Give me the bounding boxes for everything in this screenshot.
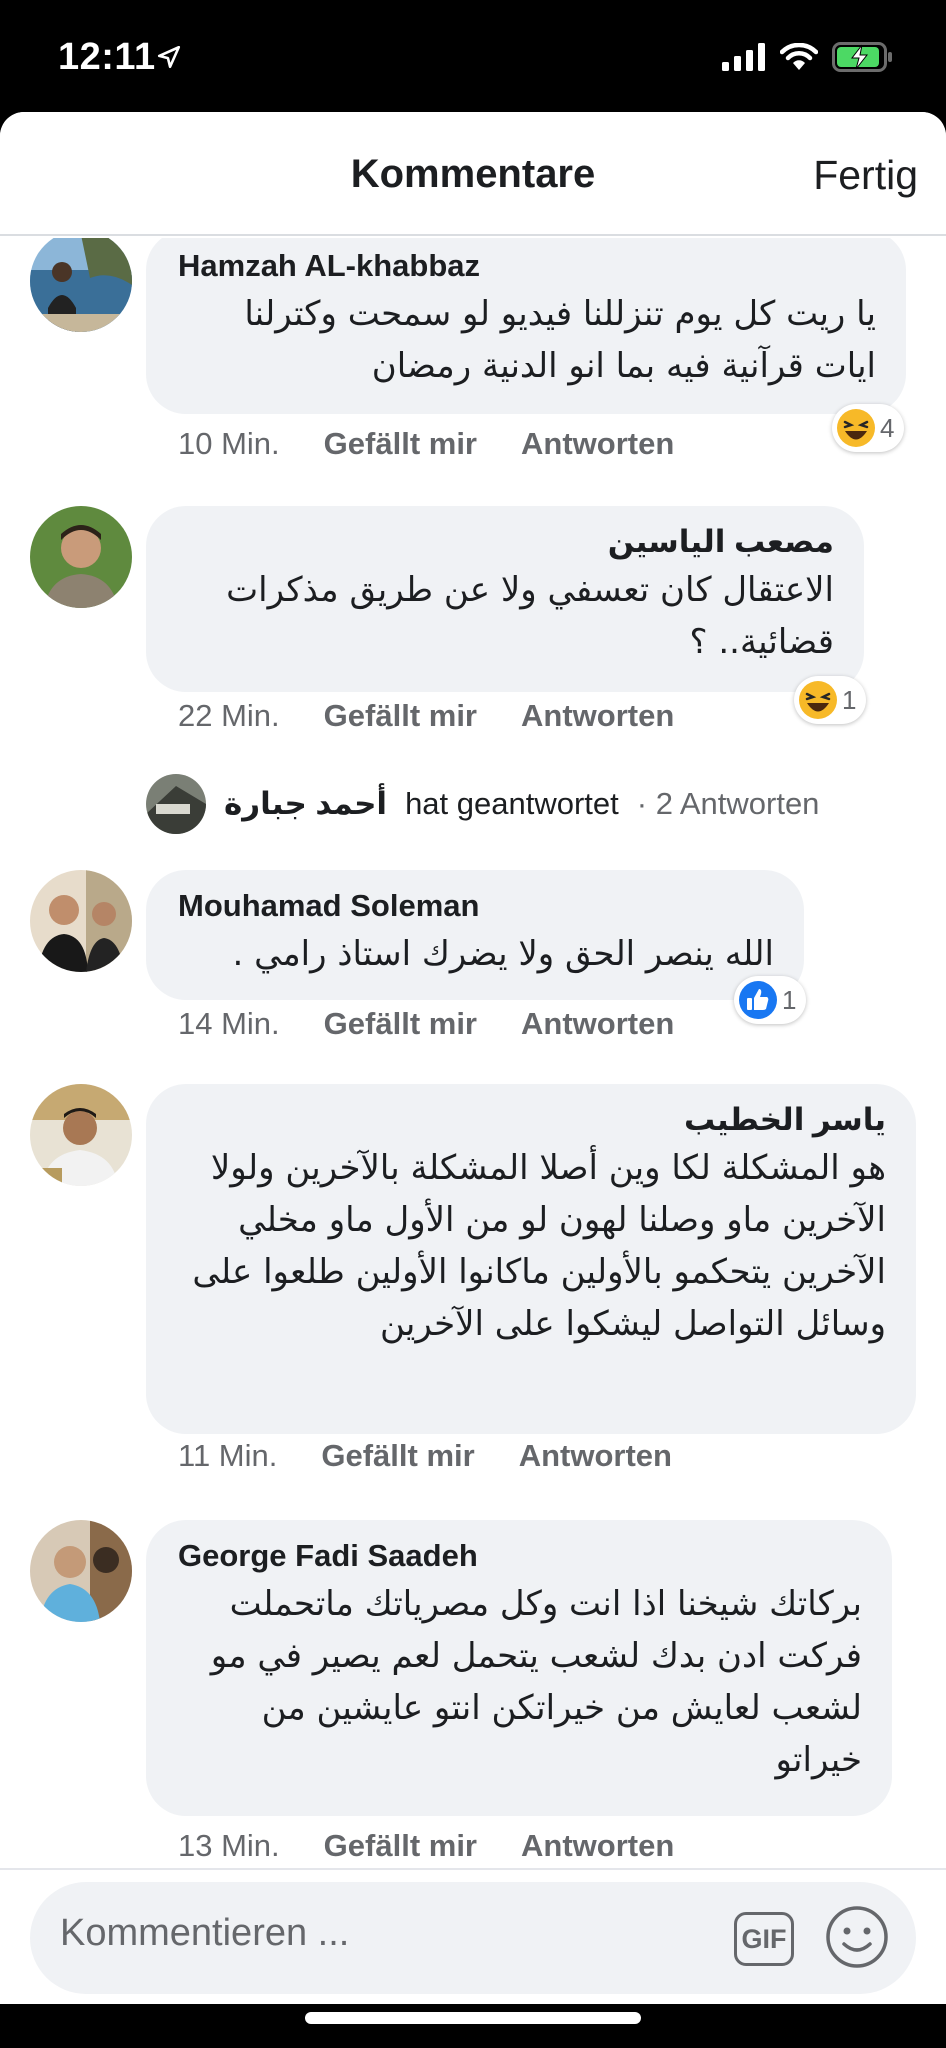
comment-text: الاعتقال كان تعسفي ولا عن طريق مذكرات قض… (226, 570, 834, 662)
comment-text: يا ريت كل يوم تنزللنا فيديو لو سمحت وكتر… (244, 294, 876, 386)
comment-time: 22 Min. (178, 698, 280, 733)
cellular-signal-icon (722, 43, 765, 71)
like-reaction-icon (739, 981, 777, 1019)
reaction-badge[interactable]: 4 (832, 404, 905, 452)
avatar[interactable] (30, 870, 132, 972)
reaction-count: 1 (842, 684, 857, 715)
comment-meta: 10 Min. Gefällt mir Antworten (178, 426, 674, 462)
emoji-icon[interactable] (824, 1904, 890, 1970)
sheet-header: Kommentare Fertig (0, 112, 946, 236)
comment-meta: 22 Min. Gefällt mir Antworten (178, 698, 674, 734)
comment-author[interactable]: ياسر الخطيب (182, 1102, 886, 1138)
comment-author[interactable]: Hamzah AL-khabbaz (178, 248, 876, 284)
comment-time: 13 Min. (178, 1828, 280, 1863)
gif-button[interactable]: GIF (734, 1912, 794, 1966)
comment-time: 11 Min. (178, 1438, 278, 1473)
comment-meta: 13 Min. Gefällt mir Antworten (178, 1828, 674, 1864)
comment-meta: 14 Min. Gefällt mir Antworten (178, 1006, 674, 1042)
comment-text: الله ينصر الحق ولا يضرك استاذ رامي . (232, 934, 774, 974)
like-button[interactable]: Gefällt mir (321, 1438, 474, 1474)
like-button[interactable]: Gefällt mir (324, 1828, 477, 1864)
home-indicator[interactable] (305, 2012, 641, 2024)
status-time: 12:11 (58, 36, 156, 78)
avatar[interactable] (30, 238, 132, 332)
avatar[interactable] (30, 506, 132, 608)
reaction-count: 4 (880, 412, 895, 443)
page-title: Kommentare (350, 152, 596, 196)
comment-text: هو المشكلة لكا وين أصلا المشكلة بالآخرين… (192, 1148, 886, 1344)
battery-charging-icon (832, 42, 892, 72)
location-arrow-icon (157, 45, 181, 69)
comment-bubble[interactable]: George Fadi Saadeh بركاتك شيخنا اذا انت … (146, 1520, 892, 1816)
reaction-count: 1 (782, 984, 797, 1015)
reaction-badge[interactable]: 1 (734, 976, 807, 1024)
status-bar: 12:11 (0, 0, 946, 112)
comments-list[interactable]: Hamzah AL-khabbaz يا ريت كل يوم تنزللنا … (0, 238, 946, 1864)
like-button[interactable]: Gefällt mir (324, 1006, 477, 1042)
comment-bubble[interactable]: Hamzah AL-khabbaz يا ريت كل يوم تنزللنا … (146, 238, 906, 414)
like-button[interactable]: Gefällt mir (324, 426, 477, 462)
avatar[interactable] (30, 1084, 132, 1186)
reaction-badge[interactable]: 1 (794, 676, 867, 724)
like-button[interactable]: Gefällt mir (324, 698, 477, 734)
comment-bubble[interactable]: ياسر الخطيب هو المشكلة لكا وين أصلا المش… (146, 1084, 916, 1434)
done-button[interactable]: Fertig (813, 152, 918, 199)
replied-text: hat geantwortet (405, 786, 619, 821)
status-icons (722, 42, 894, 72)
comment-bubble[interactable]: Mouhamad Soleman الله ينصر الحق ولا يضرك… (146, 870, 804, 1000)
reply-button[interactable]: Antworten (521, 1828, 674, 1864)
avatar[interactable] (30, 1520, 132, 1622)
reply-button[interactable]: Antworten (521, 698, 674, 734)
comment-time: 10 Min. (178, 426, 280, 461)
composer-bar: Kommentieren ... GIF (0, 1868, 946, 2004)
wifi-icon (780, 43, 818, 70)
reply-button[interactable]: Antworten (521, 1006, 674, 1042)
comment-input[interactable]: Kommentieren ... GIF (30, 1882, 916, 1994)
comment-meta: 11 Min. Gefällt mir Antworten (178, 1438, 672, 1474)
haha-reaction-icon (799, 681, 837, 719)
reply-button[interactable]: Antworten (519, 1438, 672, 1474)
comment-author[interactable]: George Fadi Saadeh (178, 1538, 862, 1574)
comment-bubble[interactable]: مصعب الياسين الاعتقال كان تعسفي ولا عن ط… (146, 506, 864, 692)
comment-author[interactable]: Mouhamad Soleman (178, 888, 774, 924)
reply-button[interactable]: Antworten (521, 426, 674, 462)
avatar (146, 774, 206, 834)
comment-time: 14 Min. (178, 1006, 280, 1041)
comment-author[interactable]: مصعب الياسين (178, 524, 834, 560)
haha-reaction-icon (837, 409, 875, 447)
reply-author: أحمد جبارة (224, 786, 388, 821)
view-replies-link[interactable]: أحمد جبارة hat geantwortet · 2 Antworten (146, 772, 946, 836)
reply-count: · 2 Antworten (636, 786, 820, 821)
comments-sheet: Kommentare Fertig Hamzah AL-khabbaz يا ر… (0, 112, 946, 2004)
comment-input-placeholder[interactable]: Kommentieren ... (60, 1912, 349, 1955)
home-area (0, 2004, 946, 2048)
comment-text: بركاتك شيخنا اذا انت وكل مصرياتك ماتحملت… (210, 1584, 862, 1780)
